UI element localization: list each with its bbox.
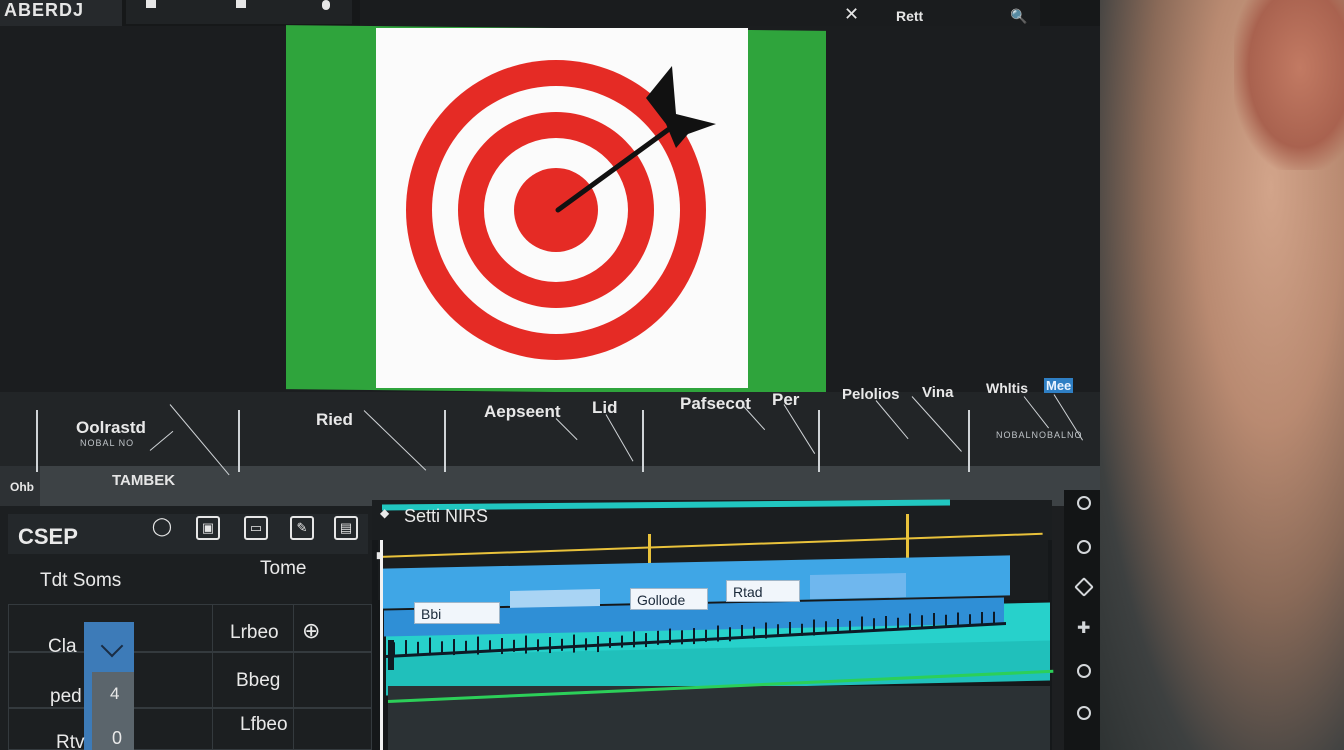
side-tool-icon[interactable]: [1077, 496, 1091, 510]
menu-buttons: [126, 0, 352, 24]
person-ear: [1234, 0, 1344, 170]
search-icon[interactable]: 🔍: [1010, 8, 1027, 25]
band-left-edge-label: Ohb: [10, 480, 34, 494]
frame-tool-icon[interactable]: ▣: [196, 516, 220, 540]
timeline-title: Setti NIRS: [404, 506, 489, 526]
band-sublabel: NOBALNOBALNO: [996, 430, 1083, 440]
diamond-icon: ◆: [380, 506, 390, 520]
clip-block[interactable]: [810, 572, 906, 600]
band-label-whltis[interactable]: Whltis: [986, 380, 1028, 396]
row-right-value: Bbeg: [236, 670, 281, 691]
band-label-ried[interactable]: Ried: [316, 410, 353, 430]
playhead[interactable]: [380, 540, 383, 750]
band-divider: [238, 410, 240, 472]
clip-label[interactable]: Bbi: [414, 602, 500, 624]
row-value: 0: [112, 728, 123, 748]
add-tool-icon[interactable]: ✚: [1077, 621, 1091, 637]
band-divider: [818, 410, 820, 472]
band-label-tambek[interactable]: TAMBEK: [112, 472, 175, 489]
menu-button-2[interactable]: [236, 0, 246, 8]
band-divider: [968, 410, 970, 472]
close-icon[interactable]: ✕: [844, 4, 859, 25]
row-right-value: Lfbeo: [240, 714, 288, 735]
row-value: 4: [110, 684, 120, 703]
band-divider: [642, 410, 644, 472]
layers-tool-icon[interactable]: ▤: [334, 516, 358, 540]
editor-screen: ABERDJ ✕ Rett 🔍 Ohb Oolrastd NOBAL NO TA…: [0, 0, 1100, 750]
side-tool-icon[interactable]: [1077, 664, 1091, 678]
top-text-button[interactable]: Rett: [896, 8, 923, 24]
band-sublabel: NOBAL NO: [80, 438, 135, 448]
menu-button-1[interactable]: [146, 0, 156, 8]
side-tool-icon[interactable]: [1077, 706, 1091, 720]
panel-title: CSEP: [18, 524, 78, 549]
column-header-tdt-soms[interactable]: Tdt Soms: [40, 570, 121, 592]
row-name: Rtv: [56, 732, 85, 750]
band-label-vina[interactable]: Vina: [922, 384, 953, 401]
clip-label[interactable]: Rtad: [726, 580, 800, 602]
band-label-oolrastd[interactable]: Oolrastd: [76, 418, 146, 438]
clip-label[interactable]: Gollode: [630, 588, 708, 610]
row-name: ped: [50, 686, 82, 707]
row-name: Cla: [48, 636, 77, 657]
band-divider: [36, 410, 38, 472]
playhead-marker-icon: ▮: [376, 550, 381, 560]
app-title: ABERDJ: [0, 0, 122, 26]
side-tool-icon[interactable]: [1077, 540, 1091, 554]
add-icon[interactable]: ⊕: [302, 618, 320, 644]
band-divider: [444, 410, 446, 472]
target-image: [406, 60, 716, 360]
band-label-pelolios[interactable]: Pelolios: [842, 386, 900, 403]
band-label-pafsecot[interactable]: Pafsecot: [680, 394, 751, 414]
rectangle-tool-icon[interactable]: ▭: [244, 516, 268, 540]
row-right-value: Lrbeo: [230, 622, 279, 643]
edit-tool-icon[interactable]: ✎: [290, 516, 314, 540]
circle-tool-icon[interactable]: ◯: [150, 516, 174, 540]
column-header-tome[interactable]: Tome: [260, 558, 306, 580]
band-label-mee[interactable]: Mee: [1044, 378, 1074, 393]
menu-button-3[interactable]: [322, 0, 330, 10]
track-start-marker: [388, 640, 394, 670]
band-label-aepseent[interactable]: Aepseent: [484, 402, 561, 422]
